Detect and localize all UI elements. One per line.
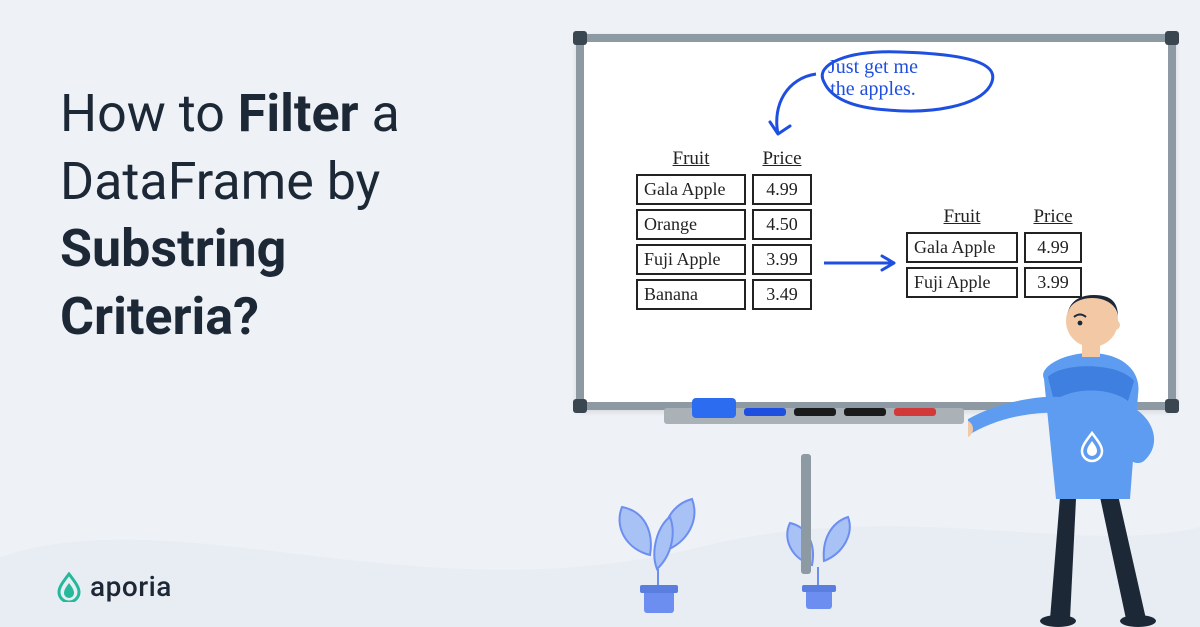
whiteboard-stand: [801, 454, 811, 574]
droplet-icon: [56, 572, 82, 602]
brand-logo: aporia: [56, 570, 172, 603]
marker-icon: [844, 408, 886, 416]
arrow-down-icon: [758, 68, 828, 154]
col-header: Fruit: [906, 206, 1018, 228]
col-header: Price: [752, 148, 812, 170]
plant-icon: [600, 477, 720, 617]
marker-icon: [744, 408, 786, 416]
table-row: Orange4.50: [636, 209, 812, 240]
source-table: Fruit Price Gala Apple4.99 Orange4.50 Fu…: [636, 148, 812, 314]
plant-icon: [770, 497, 870, 617]
page-title: How to Filter a DataFrame by Substring C…: [60, 80, 540, 350]
marker-icon: [894, 408, 936, 416]
arrow-right-icon: [822, 254, 904, 272]
speech-bubble: Just get me the apples.: [828, 56, 918, 100]
col-header: Price: [1024, 206, 1082, 228]
whiteboard-tray: [664, 408, 964, 424]
table-row: Gala Apple4.99: [636, 174, 812, 205]
person-illustration: [968, 247, 1188, 627]
table-row: Fuji Apple3.99: [636, 244, 812, 275]
marker-icon: [794, 408, 836, 416]
col-header: Fruit: [636, 148, 746, 170]
brand-name: aporia: [90, 570, 172, 603]
table-row: Banana3.49: [636, 279, 812, 310]
eraser-icon: [692, 398, 736, 418]
